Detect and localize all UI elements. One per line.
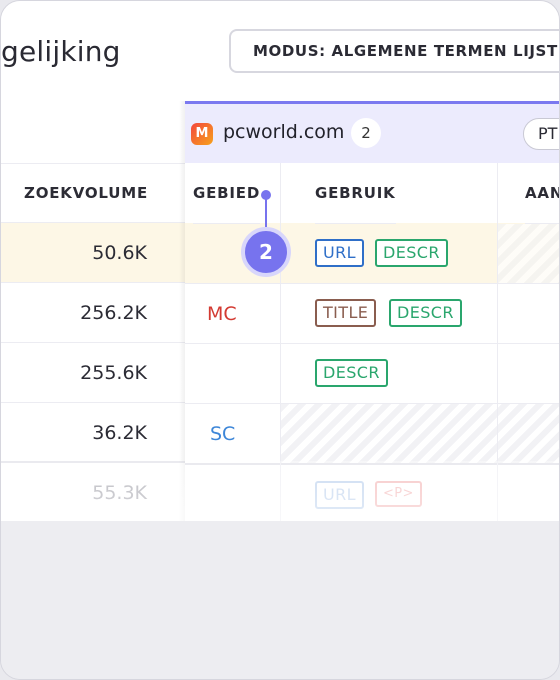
tag-descr: DESCR [389, 299, 462, 327]
column-divider [280, 163, 281, 521]
column-divider [497, 163, 498, 521]
site-logo-icon: M [191, 123, 213, 145]
mode-button[interactable]: MODUS: ALGEMENE TERMEN LIJST [229, 29, 559, 73]
site-count-badge: 2 [351, 118, 381, 148]
column-header-gebruik[interactable]: GEBRUIK [315, 163, 396, 224]
column-header-next[interactable]: AAN [525, 163, 559, 224]
tag-p: <P> [375, 481, 422, 507]
tag-descr: DESCR [375, 239, 448, 267]
empty-cell-pattern [498, 224, 559, 283]
tag-title: TITLE [315, 299, 377, 327]
competitor-panel: M pcworld.com 2 PT GEBIED GEBRUIK AAN MC… [185, 101, 559, 523]
site-name[interactable]: pcworld.com [223, 121, 344, 143]
volume-cell: 255.6K [1, 343, 185, 403]
site-header: M pcworld.com 2 PT [185, 101, 559, 163]
next-site-pill[interactable]: PT [523, 118, 559, 150]
step-pointer-line [265, 197, 267, 227]
page-title: gelijking [1, 35, 121, 68]
gebied-value: SC [210, 423, 236, 445]
tag-url: URL [315, 481, 364, 509]
volume-cell: 55.3K [92, 482, 147, 504]
left-fixed-column: ZOEKVOLUME 50.6K 256.2K 255.6K 36.2K 55.… [1, 101, 185, 521]
empty-area [1, 521, 559, 679]
tag-url: URL [315, 239, 364, 267]
top-bar: gelijking MODUS: ALGEMENE TERMEN LIJST [1, 1, 559, 101]
volume-cell: 256.2K [1, 283, 185, 343]
step-marker: 2 [241, 227, 291, 277]
gebied-value: MC [207, 303, 237, 325]
column-shadow [179, 101, 185, 521]
volume-cell: 36.2K [1, 403, 185, 463]
volume-cell: 50.6K [1, 223, 185, 283]
left-header-spacer [1, 101, 185, 164]
column-header-zoekvolume[interactable]: ZOEKVOLUME [1, 163, 185, 223]
window-frame: gelijking MODUS: ALGEMENE TERMEN LIJST Z… [0, 0, 560, 680]
table-row [185, 463, 559, 523]
tag-descr: DESCR [315, 359, 388, 387]
empty-cell-pattern [281, 404, 559, 463]
column-header-gebied[interactable]: GEBIED [193, 163, 261, 224]
